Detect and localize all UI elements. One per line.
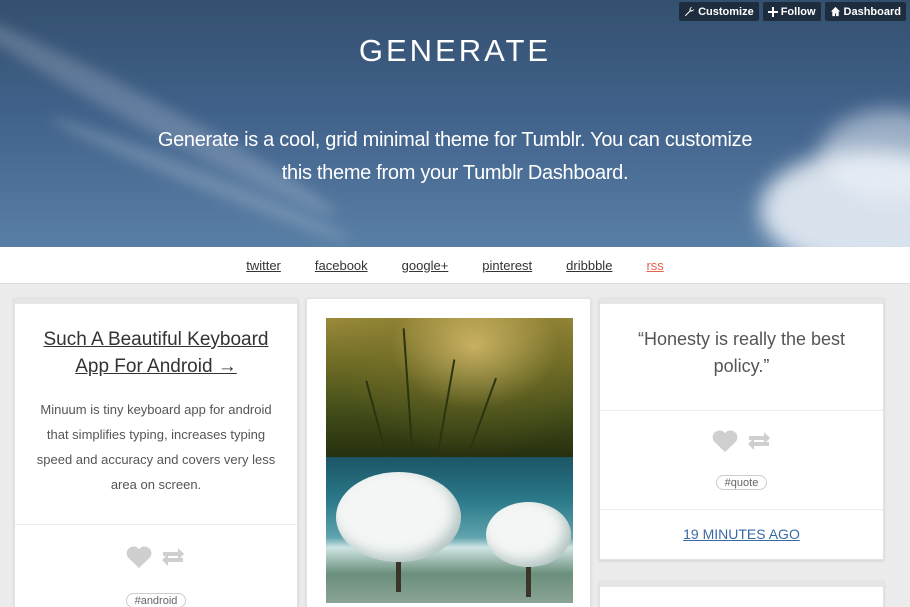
tumblr-controls: Customize Follow Dashboard: [679, 2, 906, 21]
quote-text: “Honesty is really the best policy.”: [637, 329, 846, 376]
heart-icon[interactable]: [125, 545, 153, 569]
tag-row: #quote: [600, 473, 883, 491]
photo-post-card: [306, 298, 591, 607]
tag-row: #android: [15, 591, 297, 607]
post-actions: [15, 545, 297, 569]
nav-link-twitter[interactable]: twitter: [246, 258, 281, 273]
home-icon: [830, 6, 841, 17]
quote-post-card: “Honesty is really the best policy.” #qu…: [599, 298, 884, 560]
wheat-stalk: [466, 377, 498, 457]
post-actions: [600, 429, 883, 453]
nav-link-pinterest[interactable]: pinterest: [482, 258, 532, 273]
dashboard-button[interactable]: Dashboard: [824, 2, 906, 21]
customize-label: Customize: [698, 5, 754, 18]
follow-label: Follow: [780, 5, 816, 18]
nav-link-rss[interactable]: rss: [646, 258, 663, 273]
tree-canopy: [486, 502, 571, 567]
reblog-icon[interactable]: [745, 429, 773, 453]
wheat-stalk: [365, 380, 388, 457]
nav-link-dribbble[interactable]: dribbble: [566, 258, 612, 273]
site-title[interactable]: GENERATE: [0, 33, 910, 69]
wheat-stalk: [436, 359, 456, 457]
divider: [15, 524, 297, 525]
nav-link-google-plus[interactable]: google+: [402, 258, 449, 273]
header-hero: GENERATE Generate is a cool, grid minima…: [0, 0, 910, 247]
tag-quote[interactable]: #quote: [715, 475, 768, 490]
tag-android[interactable]: #android: [125, 593, 187, 607]
post-title-link[interactable]: Such A Beautiful Keyboard App For Androi…: [35, 326, 277, 380]
text-post-card: Such A Beautiful Keyboard App For Androi…: [14, 298, 298, 607]
photo-wheat-field[interactable]: [326, 318, 573, 457]
next-post-card: [599, 581, 884, 607]
reblog-icon[interactable]: [159, 545, 187, 569]
divider: [600, 410, 883, 411]
card-top-bar: [600, 582, 883, 587]
wrench-icon: [684, 6, 695, 17]
social-nav: twitter facebook google+ pinterest dribb…: [0, 247, 910, 284]
customize-button[interactable]: Customize: [679, 2, 759, 21]
heart-icon[interactable]: [711, 429, 739, 453]
post-body: Minuum is tiny keyboard app for android …: [36, 402, 276, 492]
wheat-stalk: [402, 328, 413, 449]
site-description: Generate is a cool, grid minimal theme f…: [157, 129, 753, 184]
card-top-bar: [15, 299, 297, 304]
photo-white-trees[interactable]: [326, 457, 573, 603]
nav-link-facebook[interactable]: facebook: [315, 258, 368, 273]
card-top-bar: [600, 299, 883, 304]
dashboard-label: Dashboard: [843, 5, 901, 18]
follow-button[interactable]: Follow: [762, 2, 821, 21]
plus-icon: [767, 6, 778, 17]
post-timestamp-link[interactable]: 19 MINUTES AGO: [600, 526, 883, 542]
divider: [600, 509, 883, 510]
tree-canopy: [336, 472, 461, 562]
